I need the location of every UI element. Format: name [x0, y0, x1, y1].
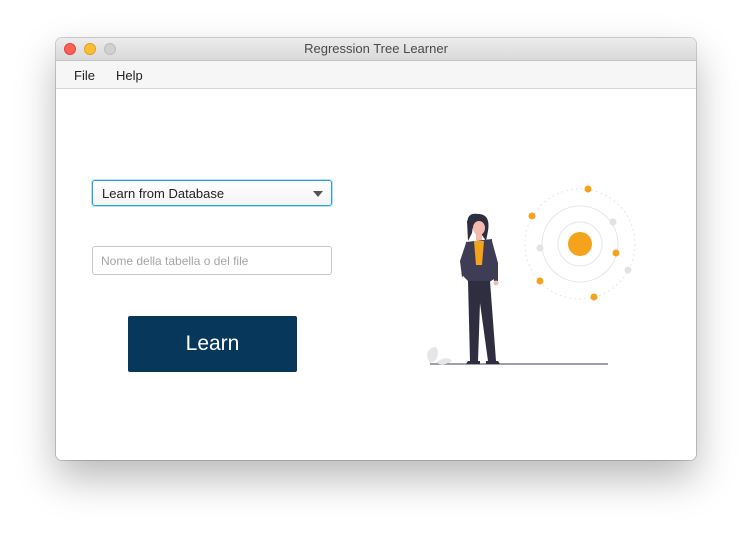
source-select-value: Learn from Database	[102, 186, 225, 201]
title-bar[interactable]: Regression Tree Learner	[56, 38, 696, 61]
menu-file[interactable]: File	[74, 68, 95, 83]
menu-help[interactable]: Help	[116, 68, 143, 83]
app-window: Regression Tree Learner File Help Learn …	[56, 38, 696, 460]
main-content: Learn from Database Learn	[56, 89, 696, 460]
woman-with-orbit-illustration	[427, 185, 636, 365]
menu-bar: File Help	[56, 61, 696, 89]
source-select[interactable]: Learn from Database	[92, 180, 332, 206]
dropdown-arrow-icon	[313, 191, 323, 197]
window-title: Regression Tree Learner	[304, 41, 448, 56]
learn-button[interactable]: Learn	[128, 316, 297, 372]
table-name-input[interactable]	[92, 246, 332, 275]
woman-figure	[460, 213, 500, 364]
plant-graphic	[427, 347, 452, 365]
orbit-graphic	[524, 185, 636, 301]
